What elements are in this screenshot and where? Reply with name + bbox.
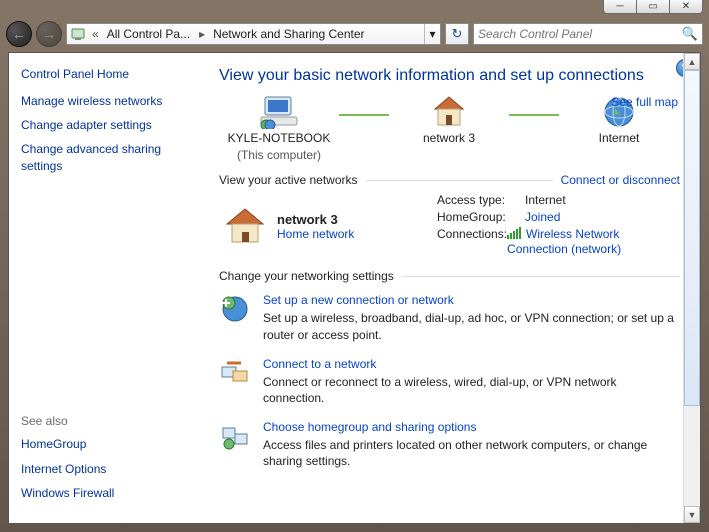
back-button[interactable]: ← [6,21,32,47]
map-computer-label: KYLE-NOTEBOOK [228,131,331,146]
connections-key: Connections: [437,227,507,256]
homegroup-icon [219,420,251,452]
signal-bars-icon [507,227,522,242]
task-connect-network-link[interactable]: Connect to a network [263,357,680,371]
maximize-button[interactable]: ▭ [636,0,670,14]
active-network-type-link[interactable]: Home network [277,227,354,241]
chevron-right-icon[interactable]: ▸ [195,27,209,41]
close-button[interactable]: ✕ [669,0,703,14]
sidebar: Control Panel Home Manage wireless netwo… [9,53,209,523]
breadcrumb-current[interactable]: Network and Sharing Center [209,24,369,44]
task-homegroup-sharing-desc: Access files and printers located on oth… [263,437,680,469]
map-node-computer: KYLE-NOTEBOOK (This computer) [219,95,339,163]
forward-button[interactable]: → [36,21,62,47]
active-networks-label: View your active networks [219,173,358,187]
map-link-2 [509,114,559,116]
active-network-details: Access type: Internet HomeGroup: Joined … [437,193,680,259]
setup-connection-icon [219,293,251,325]
map-node-network: network 3 [389,95,509,163]
sidebar-link-adapter-settings[interactable]: Change adapter settings [21,117,197,133]
active-network-block: network 3 Home network Access type: Inte… [219,193,680,259]
see-also-internet-options[interactable]: Internet Options [21,461,197,477]
homegroup-key: HomeGroup: [437,210,525,224]
task-connect-network-desc: Connect or reconnect to a wireless, wire… [263,374,680,406]
active-network-name: network 3 [277,212,354,227]
control-panel-home-link[interactable]: Control Panel Home [21,67,197,81]
connect-network-icon [219,357,251,389]
task-setup-connection: Set up a new connection or network Set u… [219,293,680,342]
sidebar-link-advanced-sharing[interactable]: Change advanced sharing settings [21,141,197,173]
task-list: Set up a new connection or network Set u… [219,293,680,469]
map-internet-label: Internet [599,131,640,146]
breadcrumb-overflow-icon[interactable]: « [88,27,103,41]
see-full-map-link[interactable]: See full map [611,95,678,109]
see-also-section: See also HomeGroup Internet Options Wind… [21,414,197,509]
scroll-down-button[interactable]: ▼ [684,506,700,523]
task-homegroup-sharing: Choose homegroup and sharing options Acc… [219,420,680,469]
minimize-button[interactable]: ─ [603,0,637,14]
networking-settings-heading: Change your networking settings [219,269,680,283]
task-homegroup-sharing-link[interactable]: Choose homegroup and sharing options [263,420,680,434]
search-box[interactable]: 🔍 [473,23,703,45]
access-type-key: Access type: [437,193,525,207]
page-title: View your basic network information and … [219,67,680,85]
search-input[interactable] [478,27,680,41]
see-also-heading: See also [21,414,197,428]
map-computer-sub: (This computer) [237,148,321,163]
house-icon [431,95,467,129]
network-map: See full map KYLE-NOTEBOOK (This compute… [219,95,680,163]
task-setup-connection-desc: Set up a wireless, broadband, dial-up, a… [263,310,680,342]
map-link-1 [339,114,389,116]
scroll-up-button[interactable]: ▲ [684,53,700,70]
house-icon [223,206,267,246]
refresh-icon: ↻ [452,26,463,42]
rule [402,276,680,277]
see-also-homegroup[interactable]: HomeGroup [21,436,197,452]
active-networks-heading: View your active networks Connect or dis… [219,173,680,187]
chevron-down-icon: ▾ [429,27,435,41]
computer-icon [259,95,299,129]
rule [366,180,553,181]
connections-value-link[interactable]: Wireless Network Connection (network) [507,227,680,256]
refresh-button[interactable]: ↻ [445,23,469,45]
map-network-label: network 3 [423,131,475,146]
connect-disconnect-link[interactable]: Connect or disconnect [561,173,680,187]
networking-settings-label: Change your networking settings [219,269,394,283]
control-panel-icon [70,26,86,42]
content-pane: ? View your basic network information an… [209,53,700,523]
arrow-right-icon: → [42,26,56,42]
breadcrumb-root[interactable]: All Control Pa... [103,24,195,44]
caption-bar: ─ ▭ ✕ [0,0,709,18]
client-area: Control Panel Home Manage wireless netwo… [8,52,701,524]
scroll-thumb[interactable] [684,70,700,406]
arrow-left-icon: ← [12,26,26,42]
see-also-windows-firewall[interactable]: Windows Firewall [21,485,197,501]
scrollbar[interactable]: ▲ ▼ [683,53,700,523]
task-setup-connection-link[interactable]: Set up a new connection or network [263,293,680,307]
task-connect-network: Connect to a network Connect or reconnec… [219,357,680,406]
nav-bar: ← → « All Control Pa... ▸ Network and Sh… [0,18,709,50]
address-dropdown-button[interactable]: ▾ [424,24,440,44]
sidebar-link-manage-wireless[interactable]: Manage wireless networks [21,93,197,109]
address-bar[interactable]: « All Control Pa... ▸ Network and Sharin… [66,23,441,45]
access-type-value: Internet [525,193,566,207]
window-frame: ─ ▭ ✕ ← → « All Control Pa... ▸ Network … [0,0,709,532]
active-network-identity: network 3 Home network [219,193,419,259]
homegroup-value-link[interactable]: Joined [525,210,560,224]
search-icon: 🔍 [682,26,698,42]
